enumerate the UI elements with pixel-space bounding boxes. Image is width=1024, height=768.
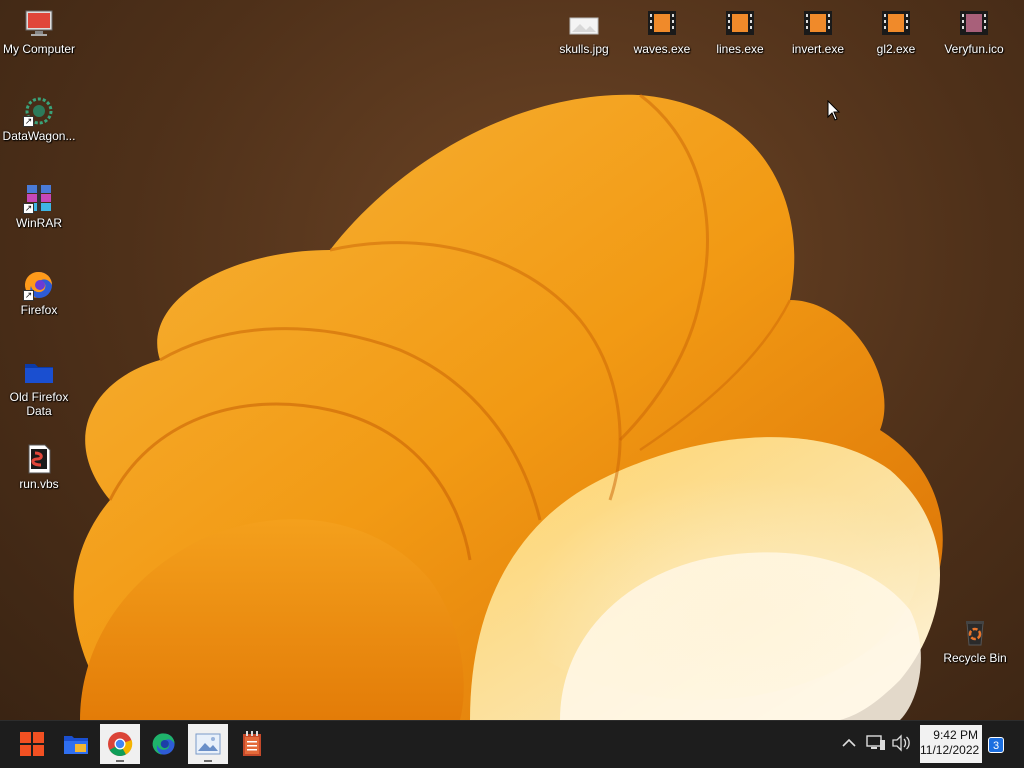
folder-icon xyxy=(23,356,55,388)
shortcut-arrow-icon: ↗ xyxy=(23,203,34,214)
tray-clock[interactable]: 9:42 PM 11/12/2022 xyxy=(920,725,982,763)
desktop-icon-my-computer[interactable]: My Computer xyxy=(0,8,78,56)
desktop-icon-firefox[interactable]: ↗ Firefox xyxy=(0,269,78,317)
desktop-icon-run-vbs[interactable]: run.vbs xyxy=(0,443,78,491)
notepad-icon xyxy=(243,731,261,756)
exe-icon xyxy=(880,8,912,40)
taskbar-firefox-button[interactable] xyxy=(144,724,184,764)
clock-time: 9:42 PM xyxy=(933,728,978,742)
recycle-bin-icon xyxy=(959,617,991,649)
desktop-icon-label: waves.exe xyxy=(633,42,691,56)
desktop-icon-lines-exe[interactable]: lines.exe xyxy=(701,8,779,56)
clock-date: 11/12/2022 xyxy=(920,743,980,757)
taskbar-photos-button[interactable] xyxy=(188,724,228,764)
chevron-up-icon xyxy=(842,738,856,747)
wallpaper-bloom xyxy=(73,93,943,720)
monitor-icon xyxy=(23,8,55,40)
desktop-icon-label: Recycle Bin xyxy=(943,651,1007,665)
taskbar-file-explorer-button[interactable] xyxy=(56,724,96,764)
desktop[interactable]: My Computer ↗ DataWagon... ↗ WinRAR ↗ Fi… xyxy=(0,0,1024,720)
firefox-icon xyxy=(152,733,175,755)
desktop-icon-skulls-jpg[interactable]: skulls.jpg xyxy=(545,8,623,56)
desktop-icon-waves-exe[interactable]: waves.exe xyxy=(623,8,701,56)
firefox-icon: ↗ xyxy=(23,269,55,301)
desktop-icon-label: Old Firefox Data xyxy=(9,390,69,418)
desktop-icon-label: gl2.exe xyxy=(876,42,916,56)
exe-icon xyxy=(802,8,834,40)
tray-overflow-chevron[interactable] xyxy=(838,733,860,753)
desktop-icon-label: My Computer xyxy=(2,42,76,56)
tray-volume[interactable] xyxy=(890,733,912,753)
datawagon-icon: ↗ xyxy=(23,95,55,127)
desktop-icon-gl2-exe[interactable]: gl2.exe xyxy=(857,8,935,56)
script-file-icon xyxy=(23,443,55,475)
taskbar: 9:42 PM 11/12/2022 3 xyxy=(0,720,1024,768)
file-explorer-icon xyxy=(64,736,88,754)
image-file-icon xyxy=(568,8,600,40)
photos-icon xyxy=(195,733,221,755)
desktop-icon-veryfun-ico[interactable]: Veryfun.ico xyxy=(935,8,1013,56)
desktop-icon-invert-exe[interactable]: invert.exe xyxy=(779,8,857,56)
mouse-cursor-icon xyxy=(827,100,841,121)
taskbar-start-button[interactable] xyxy=(12,724,52,764)
network-icon xyxy=(866,735,885,750)
desktop-icon-label: lines.exe xyxy=(716,42,764,56)
chrome-icon xyxy=(108,732,133,757)
winrar-icon: ↗ xyxy=(23,182,55,214)
start-icon xyxy=(20,732,44,756)
shortcut-arrow-icon: ↗ xyxy=(23,290,34,301)
desktop-icon-label: Firefox xyxy=(20,303,58,317)
desktop-icon-recycle-bin[interactable]: Recycle Bin xyxy=(936,617,1014,665)
notification-center-badge[interactable]: 3 xyxy=(988,737,1004,753)
desktop-icon-label: WinRAR xyxy=(15,216,62,230)
desktop-icon-label: run.vbs xyxy=(19,477,59,491)
exe-icon xyxy=(724,8,756,40)
speaker-icon xyxy=(892,734,910,752)
desktop-icon-datawagon[interactable]: ↗ DataWagon... xyxy=(0,95,78,143)
desktop-icon-label: skulls.jpg xyxy=(559,42,609,56)
taskbar-notepad-button[interactable] xyxy=(232,724,272,764)
desktop-icon-old-firefox-data[interactable]: Old Firefox Data xyxy=(0,356,78,418)
desktop-icon-winrar[interactable]: ↗ WinRAR xyxy=(0,182,78,230)
taskbar-chrome-button[interactable] xyxy=(100,724,140,764)
shortcut-arrow-icon: ↗ xyxy=(23,116,34,127)
desktop-icon-label: invert.exe xyxy=(791,42,845,56)
tray-network[interactable] xyxy=(865,733,887,753)
ico-file-icon xyxy=(958,8,990,40)
desktop-icon-label: DataWagon... xyxy=(2,129,76,143)
desktop-icon-label: Veryfun.ico xyxy=(944,42,1004,56)
exe-icon xyxy=(646,8,678,40)
